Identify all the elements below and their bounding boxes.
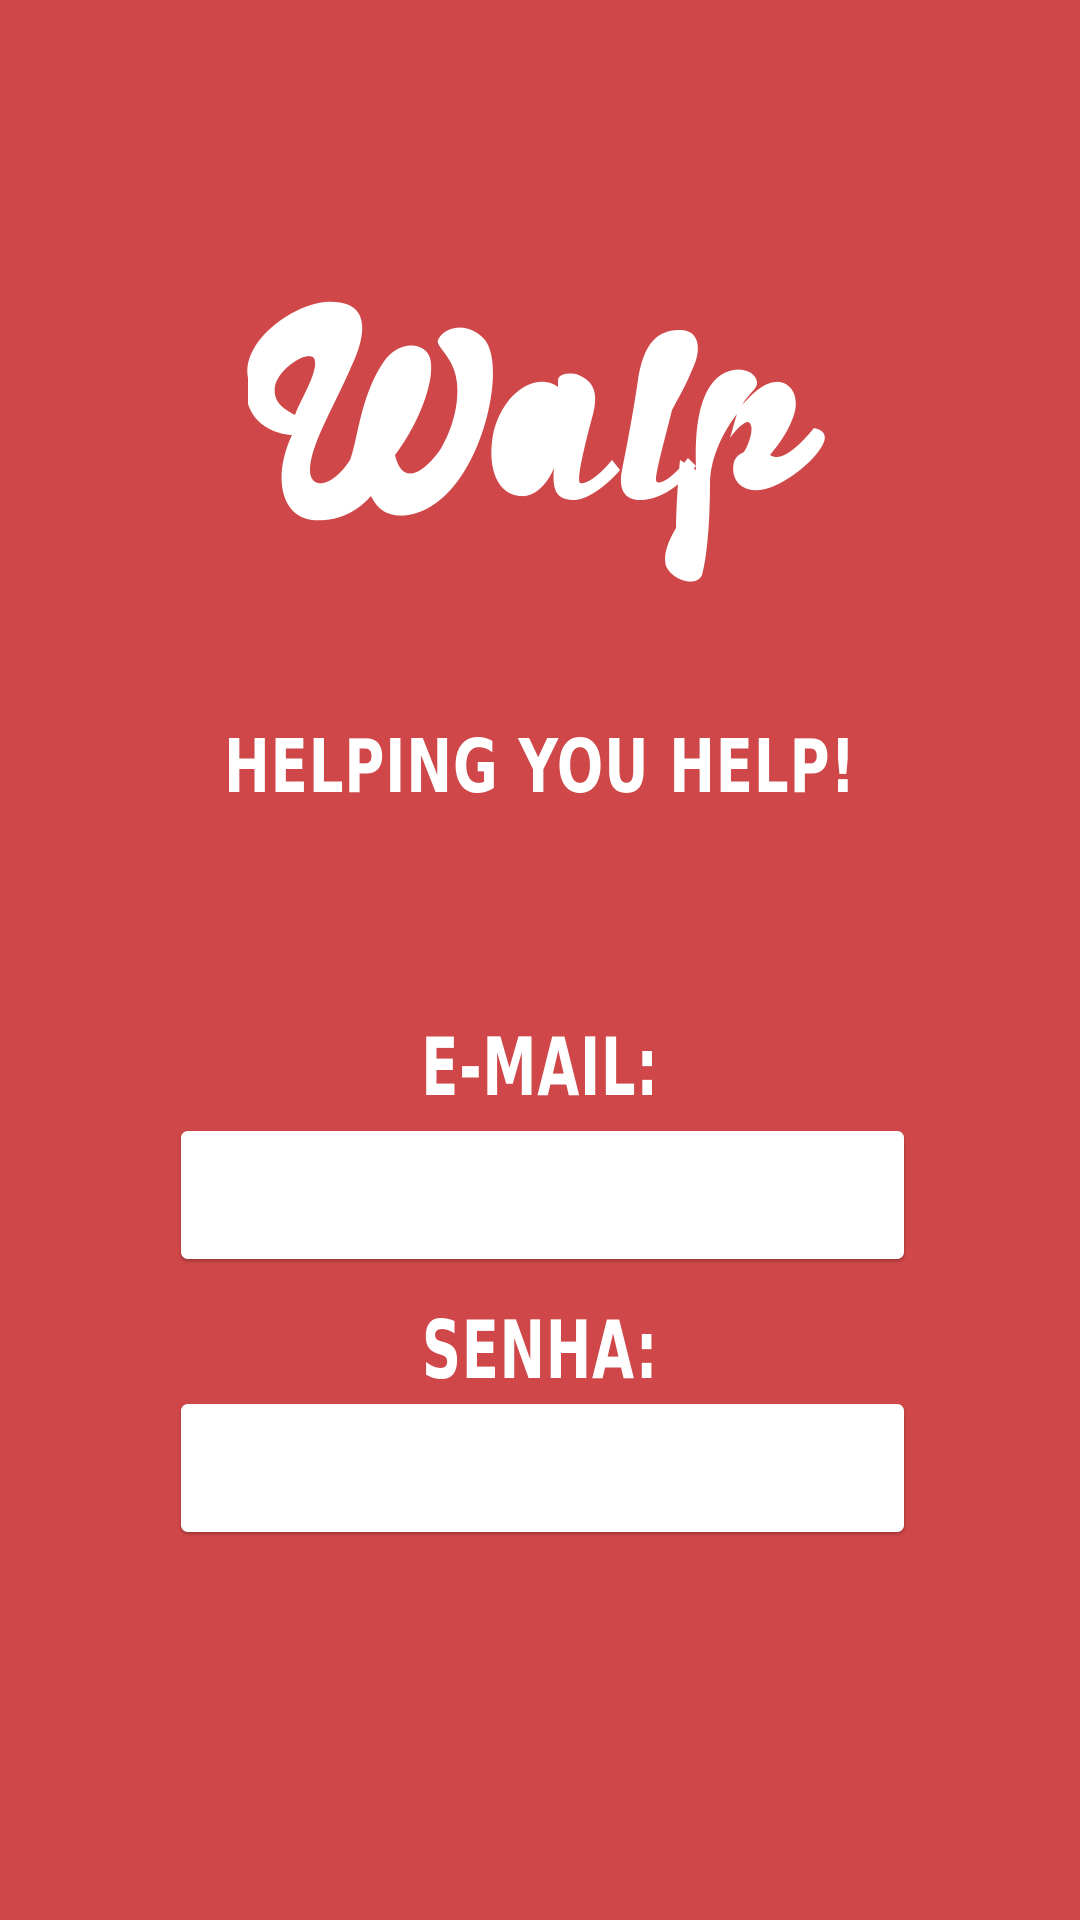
login-screen: HELPING YOU HELP! E-MAIL: SENHA: xyxy=(0,0,1080,1920)
email-label: E-MAIL: xyxy=(421,1021,659,1114)
walp-logo xyxy=(240,290,850,590)
tagline: HELPING YOU HELP! xyxy=(223,724,857,810)
password-field[interactable] xyxy=(181,1404,904,1532)
password-label: SENHA: xyxy=(421,1304,659,1397)
email-field[interactable] xyxy=(181,1131,904,1259)
walp-logo-svg xyxy=(247,301,825,582)
